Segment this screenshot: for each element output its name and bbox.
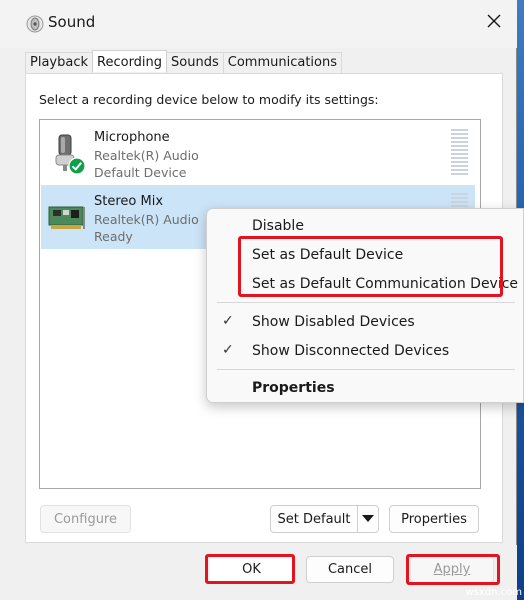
menu-item-show-disconnected-devices[interactable]: Show Disconnected Devices	[252, 343, 449, 359]
menu-item-show-disabled-devices[interactable]: Show Disabled Devices	[252, 314, 415, 330]
checkmark-icon: ✓	[222, 342, 234, 358]
device-row-microphone[interactable]: Microphone Realtek(R) Audio Default Devi…	[41, 121, 475, 185]
tab-recording[interactable]: Recording	[92, 50, 168, 72]
device-name: Microphone	[94, 130, 170, 145]
configure-button[interactable]: Configure	[40, 505, 131, 533]
tab-strip: Playback Recording Sounds Communications	[25, 50, 343, 73]
tab-playback[interactable]: Playback	[25, 52, 94, 73]
properties-button[interactable]: Properties	[389, 505, 479, 533]
set-default-button[interactable]: Set Default	[270, 505, 358, 533]
menu-separator	[217, 302, 515, 303]
apply-button[interactable]: Apply	[410, 556, 494, 583]
green-check-icon	[68, 157, 86, 175]
menu-item-set-default-device[interactable]: Set as Default Device	[252, 247, 403, 263]
device-name: Stereo Mix	[94, 194, 164, 209]
device-driver: Realtek(R) Audio	[94, 148, 199, 163]
close-button[interactable]	[471, 0, 517, 46]
ok-button[interactable]: OK	[210, 556, 293, 583]
title-bar: Sound	[0, 0, 517, 48]
window-title: Sound	[48, 13, 96, 31]
tab-sounds[interactable]: Sounds	[166, 52, 224, 73]
menu-item-properties[interactable]: Properties	[252, 380, 335, 396]
checkmark-icon: ✓	[222, 313, 234, 329]
device-status: Default Device	[94, 165, 187, 180]
menu-item-disable[interactable]: Disable	[252, 218, 304, 234]
device-driver: Realtek(R) Audio	[94, 212, 199, 227]
level-meter	[451, 129, 468, 177]
level-meter	[451, 193, 468, 209]
device-status: Ready	[94, 229, 133, 244]
close-icon	[487, 14, 501, 32]
sound-card-icon	[47, 197, 87, 237]
speaker-icon	[26, 15, 44, 33]
instruction-text: Select a recording device below to modif…	[39, 92, 379, 107]
menu-separator	[217, 369, 515, 370]
watermark-text: wsxdn.com	[465, 587, 522, 598]
menu-item-set-default-communication-device[interactable]: Set as Default Communication Device	[252, 276, 518, 292]
tab-communications[interactable]: Communications	[222, 52, 343, 73]
chevron-down-icon	[362, 512, 374, 527]
set-default-dropdown[interactable]	[357, 505, 379, 533]
device-context-menu: Disable Set as Default Device Set as Def…	[206, 208, 524, 403]
cancel-button[interactable]: Cancel	[306, 556, 394, 583]
